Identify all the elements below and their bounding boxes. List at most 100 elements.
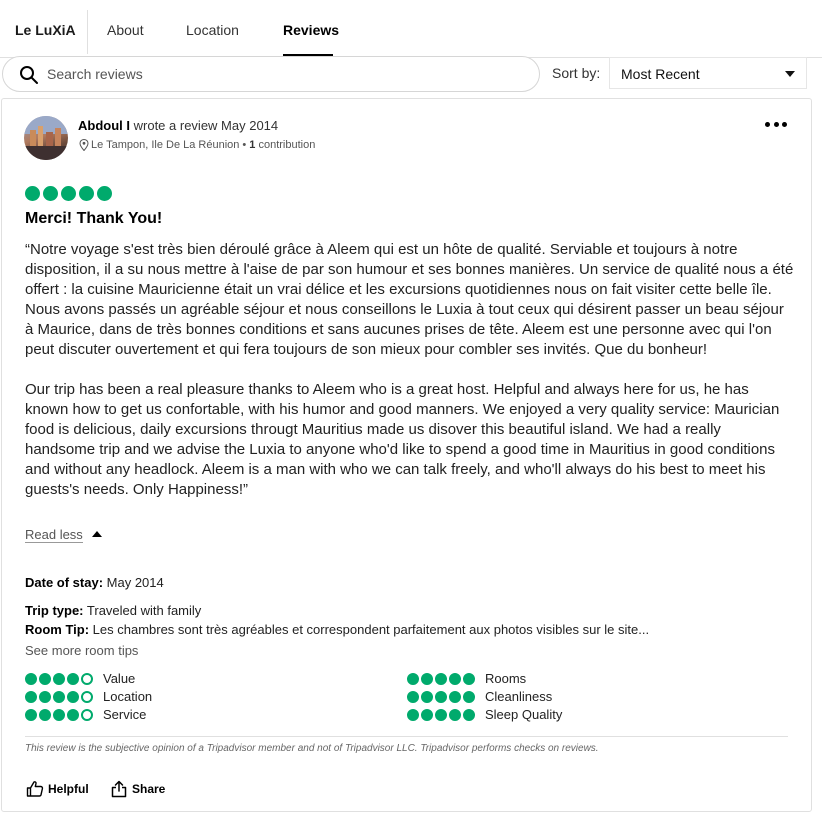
sub-rating-label: Cleanliness [485,689,553,704]
empty-bubble-icon [81,672,93,685]
sub-rating-location: Location [25,689,152,704]
read-less-link[interactable]: Read less [25,527,83,543]
filled-bubble-icon [97,186,112,201]
author-meta: Le Tampon, Ile De La Réunion • 1 contrib… [79,139,315,151]
room-tip-value: Les chambres sont très agréables et corr… [92,622,650,637]
more-options-icon[interactable] [765,118,787,130]
filled-bubble-icon [39,708,51,721]
tab-reviews[interactable]: Reviews [283,22,339,38]
filled-bubble-icon [67,690,79,703]
contributions-count: 1 [249,139,256,151]
review-disclaimer: This review is the subjective opinion of… [25,743,599,754]
filled-bubble-icon [61,186,76,201]
filled-bubble-icon [435,708,447,721]
rating-bubbles [25,672,93,685]
filled-bubble-icon [53,708,65,721]
filled-bubble-icon [449,708,461,721]
author-contributions: 1 contribution [249,139,315,151]
review-title: Merci! Thank You! [25,210,163,227]
dot [765,121,770,127]
date-of-stay: Date of stay: May 2014 [25,575,164,590]
filled-bubble-icon [421,672,433,685]
sub-rating-label: Rooms [485,671,527,686]
author-location: Le Tampon, Ile De La Réunion [91,139,240,151]
thumbs-up-icon [26,781,44,797]
sub-rating-sleep-quality: Sleep Quality [407,707,562,722]
sub-rating-label: Location [103,689,153,704]
empty-bubble-icon [81,708,93,721]
review-author-line: Abdoul I wrote a review May 2014 [78,118,278,133]
filled-bubble-icon [407,690,419,703]
review-action-text: wrote a review May 2014 [133,118,279,133]
helpful-label: Helpful [48,782,89,796]
filled-bubble-icon [449,690,461,703]
sub-rating-label: Value [103,671,136,686]
filled-bubble-icon [463,708,475,721]
avatar[interactable] [24,116,68,160]
filled-bubble-icon [463,672,475,685]
filled-bubble-icon [43,186,58,201]
filled-bubble-icon [449,672,461,685]
review-text-french: “Notre voyage s'est très bien déroulé gr… [25,241,794,358]
filled-bubble-icon [25,672,37,685]
filled-bubble-icon [53,672,65,685]
sub-rating-rooms: Rooms [407,671,526,686]
divider [25,736,788,737]
rating-bubbles [407,672,475,685]
tab-location[interactable]: Location [186,22,239,38]
filled-bubble-icon [435,672,447,685]
share-icon [111,780,127,798]
meta-separator: • [242,139,247,151]
sub-rating-label: Service [103,707,147,722]
chevron-down-icon [785,71,795,77]
share-button[interactable]: Share [110,780,165,798]
author-name[interactable]: Abdoul I [78,118,130,133]
sub-rating-service: Service [25,707,146,722]
search-box[interactable] [2,56,540,92]
room-tip-label: Room Tip: [25,622,90,637]
top-navigation: Le LuXiA About Location Reviews [0,0,822,58]
divider [87,10,88,54]
filled-bubble-icon [25,186,40,201]
filled-bubble-icon [67,672,79,685]
rating-bubbles [25,708,93,721]
sub-rating-label: Sleep Quality [485,707,563,722]
filled-bubble-icon [39,690,51,703]
rating-bubbles [25,690,93,703]
review-text-english: Our trip has been a real pleasure thanks… [25,381,780,498]
sub-rating-value: Value [25,671,135,686]
filled-bubble-icon [407,708,419,721]
filled-bubble-icon [435,690,447,703]
see-more-room-tips-link[interactable]: See more room tips [25,643,138,658]
rating-bubbles [407,690,475,703]
avatar-image [24,116,68,160]
dot [782,121,787,127]
trip-type-label: Trip type: [25,603,84,618]
chevron-up-icon [92,531,102,537]
brand-name[interactable]: Le LuXiA [15,22,76,38]
trip-type-value: Traveled with family [86,603,202,618]
search-sort-row: Sort by: Most Recent [0,56,822,92]
tab-about[interactable]: About [107,22,144,38]
filled-bubble-icon [39,672,51,685]
sub-rating-cleanliness: Cleanliness [407,689,552,704]
filled-bubble-icon [79,186,94,201]
search-icon [20,66,38,84]
sort-selected-value: Most Recent [621,66,700,82]
date-of-stay-value: May 2014 [106,575,164,590]
filled-bubble-icon [421,708,433,721]
review-body: “Notre voyage s'est très bien déroulé gr… [25,240,795,520]
filled-bubble-icon [407,672,419,685]
trip-type: Trip type: Traveled with family [25,603,201,618]
helpful-button[interactable]: Helpful [26,780,89,798]
date-of-stay-label: Date of stay: [25,575,104,590]
sort-label: Sort by: [552,65,601,81]
search-input[interactable] [47,64,517,84]
sort-dropdown[interactable]: Most Recent [609,57,807,89]
filled-bubble-icon [53,690,65,703]
filled-bubble-icon [67,708,79,721]
filled-bubble-icon [25,708,37,721]
filled-bubble-icon [25,690,37,703]
overall-rating-bubbles [25,186,112,201]
room-tip: Room Tip: Les chambres sont très agréabl… [25,622,649,637]
